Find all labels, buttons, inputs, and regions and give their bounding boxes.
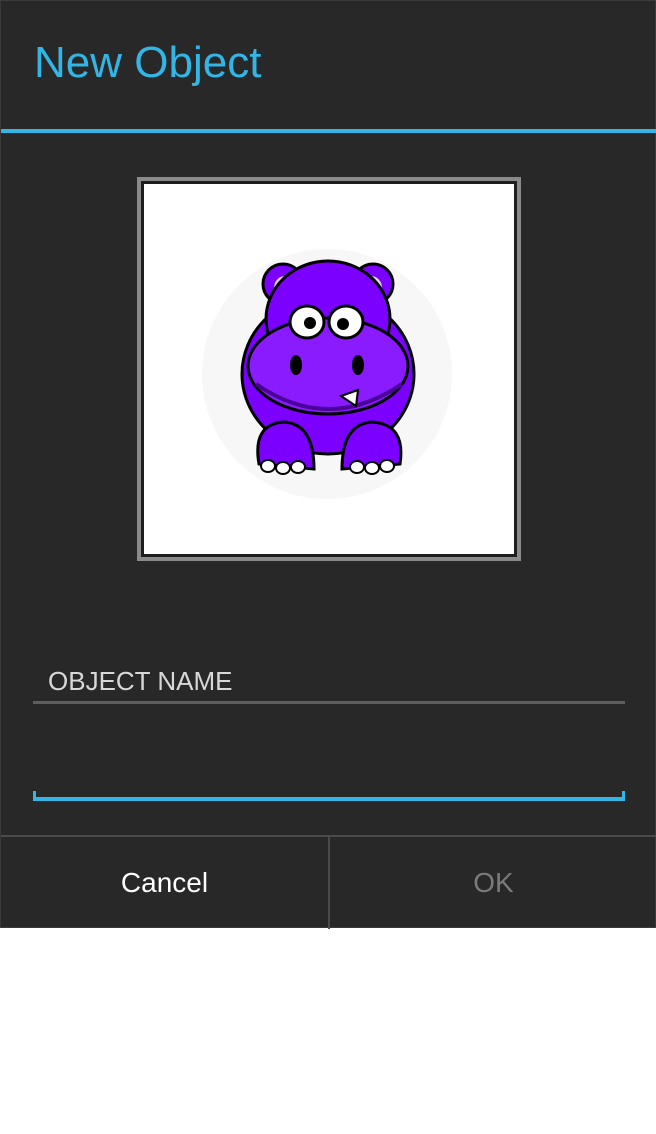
ok-button[interactable]: OK	[330, 837, 656, 929]
object-image	[144, 184, 514, 554]
input-underline	[33, 797, 625, 801]
object-name-label: OBJECT NAME	[48, 666, 233, 696]
object-name-input[interactable]	[33, 721, 625, 801]
title-divider	[1, 129, 656, 133]
cancel-button[interactable]: Cancel	[1, 837, 328, 929]
section-divider	[33, 701, 625, 704]
dialog-title-bar: New Object	[1, 1, 656, 129]
dialog-title: New Object	[34, 38, 262, 87]
input-tick-left	[33, 791, 36, 799]
hippo-icon	[202, 249, 452, 499]
new-object-dialog: New Object OBJECT NAME Cancel OK	[0, 0, 656, 929]
input-tick-right	[622, 791, 625, 799]
object-image-button[interactable]	[137, 177, 521, 561]
dialog-button-bar: Cancel OK	[1, 835, 656, 929]
